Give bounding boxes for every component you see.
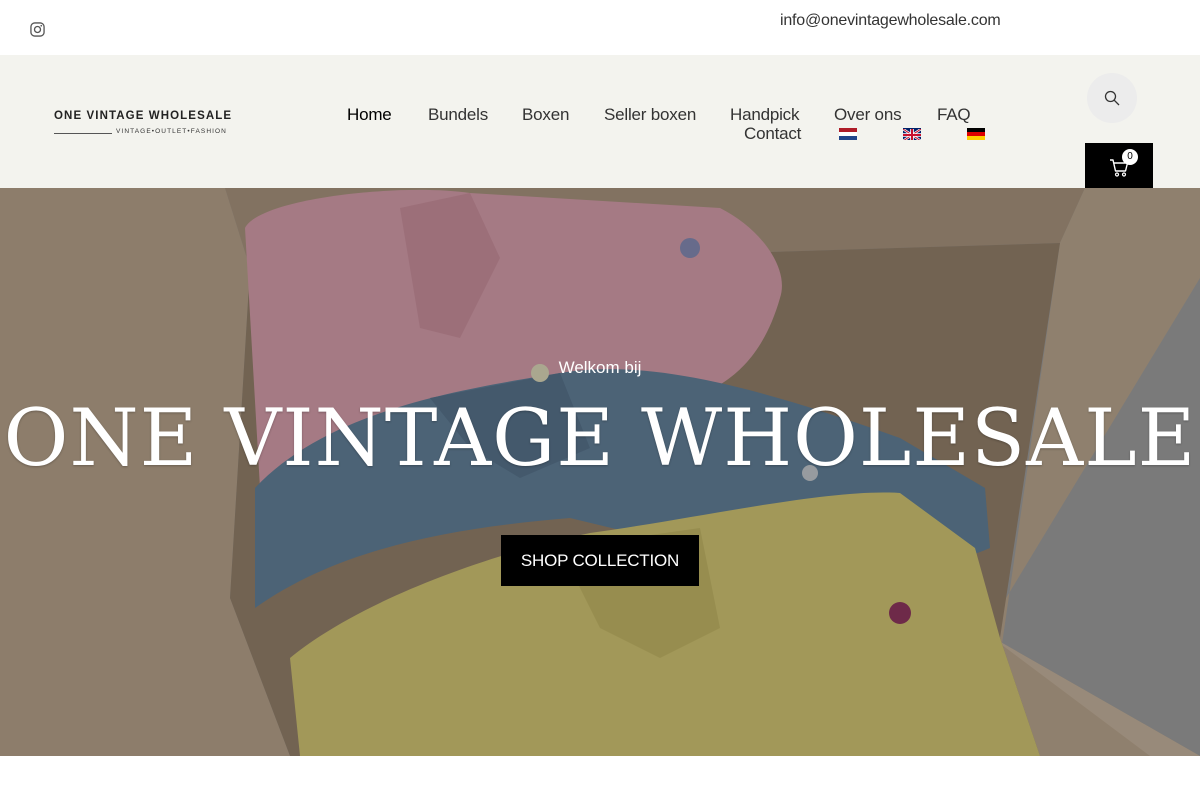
- flag-netherlands-icon[interactable]: [839, 128, 857, 140]
- logo-divider: [54, 133, 112, 134]
- nav-item-home[interactable]: Home: [347, 105, 392, 125]
- top-bar: info@onevintagewholesale.com: [0, 0, 1200, 55]
- logo-title: ONE VINTAGE WHOLESALE: [54, 110, 233, 122]
- nav-item-over-ons[interactable]: Over ons: [834, 105, 902, 125]
- page-bottom-area: [0, 756, 1200, 800]
- shop-collection-button[interactable]: SHOP COLLECTION: [501, 535, 699, 586]
- cart-button[interactable]: 0: [1085, 143, 1153, 188]
- hero-banner: Welkom bij ONE VINTAGE WHOLESALE SHOP CO…: [0, 188, 1200, 756]
- search-button[interactable]: [1087, 73, 1137, 123]
- nav-item-contact[interactable]: Contact: [744, 124, 801, 144]
- nav-item-bundels[interactable]: Bundels: [428, 105, 488, 125]
- hero-subtitle: Welkom bij: [558, 358, 642, 377]
- instagram-icon[interactable]: [30, 22, 45, 37]
- flag-germany-icon[interactable]: [967, 128, 985, 140]
- nav-item-faq[interactable]: FAQ: [937, 105, 971, 125]
- nav-item-boxen[interactable]: Boxen: [522, 105, 569, 125]
- site-logo[interactable]: ONE VINTAGE WHOLESALE VINTAGE•OUTLET•FAS…: [54, 110, 234, 142]
- search-icon: [1104, 90, 1120, 106]
- nav-item-seller-boxen[interactable]: Seller boxen: [604, 105, 696, 125]
- nav-item-handpick[interactable]: Handpick: [730, 105, 799, 125]
- flag-uk-icon[interactable]: [903, 128, 921, 140]
- email-link[interactable]: info@onevintagewholesale.com: [780, 11, 1001, 31]
- cart-count-badge: 0: [1122, 149, 1138, 165]
- site-header: ONE VINTAGE WHOLESALE VINTAGE•OUTLET•FAS…: [0, 55, 1200, 188]
- hero-title: ONE VINTAGE WHOLESALE: [3, 392, 1197, 484]
- logo-tagline: VINTAGE•OUTLET•FASHION: [116, 128, 227, 135]
